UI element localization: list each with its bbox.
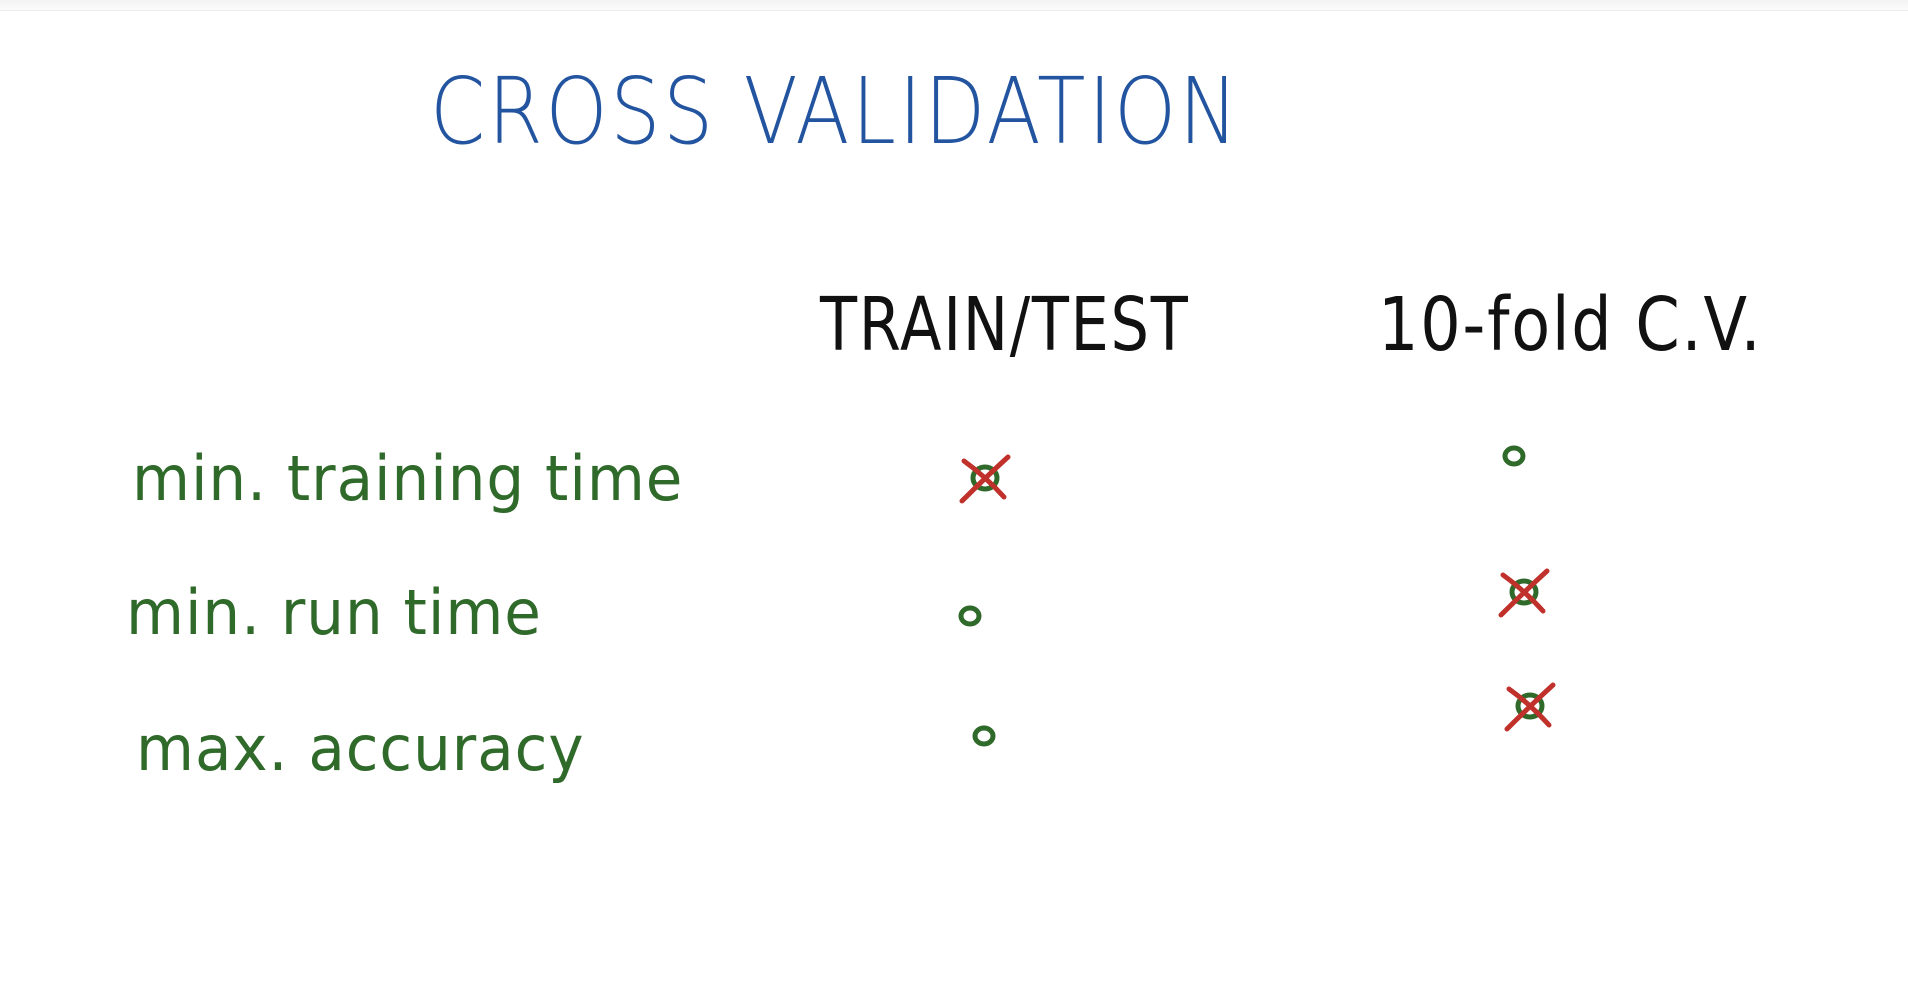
mark-train-test-run-time [935, 581, 1005, 651]
mark-train-test-training-time [950, 443, 1020, 513]
open-circle-icon [958, 605, 982, 627]
open-circle-icon [972, 725, 996, 747]
mark-10-fold-training-time [1479, 421, 1549, 491]
row-label-max-accuracy: max. accuracy [136, 712, 585, 785]
top-border [0, 0, 1908, 11]
column-header-train-test: TRAIN/TEST [820, 282, 1190, 368]
mark-10-fold-accuracy [1495, 671, 1565, 741]
open-circle-icon [1502, 445, 1526, 467]
column-header-10-fold-cv: 10-fold C.V. [1378, 282, 1763, 368]
row-label-min-training-time: min. training time [132, 442, 684, 515]
mark-10-fold-run-time [1489, 557, 1559, 627]
page-title: CROSS VALIDATION [430, 58, 1241, 165]
row-label-min-run-time: min. run time [126, 576, 542, 649]
mark-train-test-accuracy [949, 701, 1019, 771]
